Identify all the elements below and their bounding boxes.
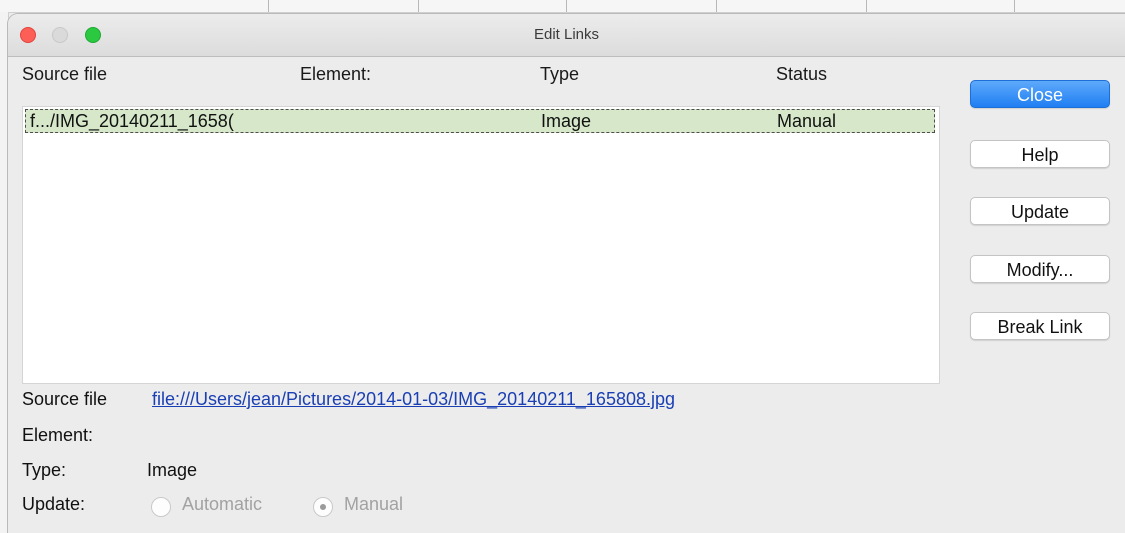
automatic-radio[interactable]: [151, 497, 171, 517]
modify-button[interactable]: Modify...: [970, 255, 1110, 283]
row-type: Image: [541, 111, 592, 131]
radio-selected-dot: [320, 504, 326, 510]
help-button[interactable]: Help: [970, 140, 1110, 168]
row-status: Manual: [777, 111, 837, 131]
column-header-element[interactable]: Element:: [300, 64, 371, 85]
close-button[interactable]: Close: [970, 80, 1110, 108]
column-header-status[interactable]: Status: [776, 64, 827, 85]
automatic-radio-label: Automatic: [182, 494, 263, 514]
type-value: Image: [147, 460, 198, 480]
source-file-link[interactable]: file:///Users/jean/Pictures/2014-01-03/I…: [152, 389, 675, 410]
row-source-file: f.../IMG_20140211_1658(: [30, 111, 234, 131]
background-spreadsheet-header: [0, 0, 1125, 13]
row-element: [302, 110, 532, 132]
edit-links-dialog: Edit Links Source file Element: Type Sta…: [8, 14, 1125, 533]
column-header-source-file[interactable]: Source file: [22, 64, 107, 85]
element-label: Element:: [22, 425, 94, 445]
column-header-type[interactable]: Type: [540, 64, 579, 85]
links-list[interactable]: f.../IMG_20140211_1658( Image Manual: [22, 106, 940, 384]
window-title: Edit Links: [533, 26, 600, 43]
source-file-label: Source file: [22, 389, 108, 409]
update-button[interactable]: Update: [970, 197, 1110, 225]
manual-radio-label: Manual: [344, 494, 404, 514]
type-label: Type:: [22, 460, 67, 480]
break-link-button[interactable]: Break Link: [970, 312, 1110, 340]
titlebar: Edit Links: [8, 14, 1125, 57]
update-label: Update:: [22, 494, 86, 514]
manual-radio[interactable]: [313, 497, 333, 517]
table-row[interactable]: f.../IMG_20140211_1658( Image Manual: [25, 109, 935, 133]
